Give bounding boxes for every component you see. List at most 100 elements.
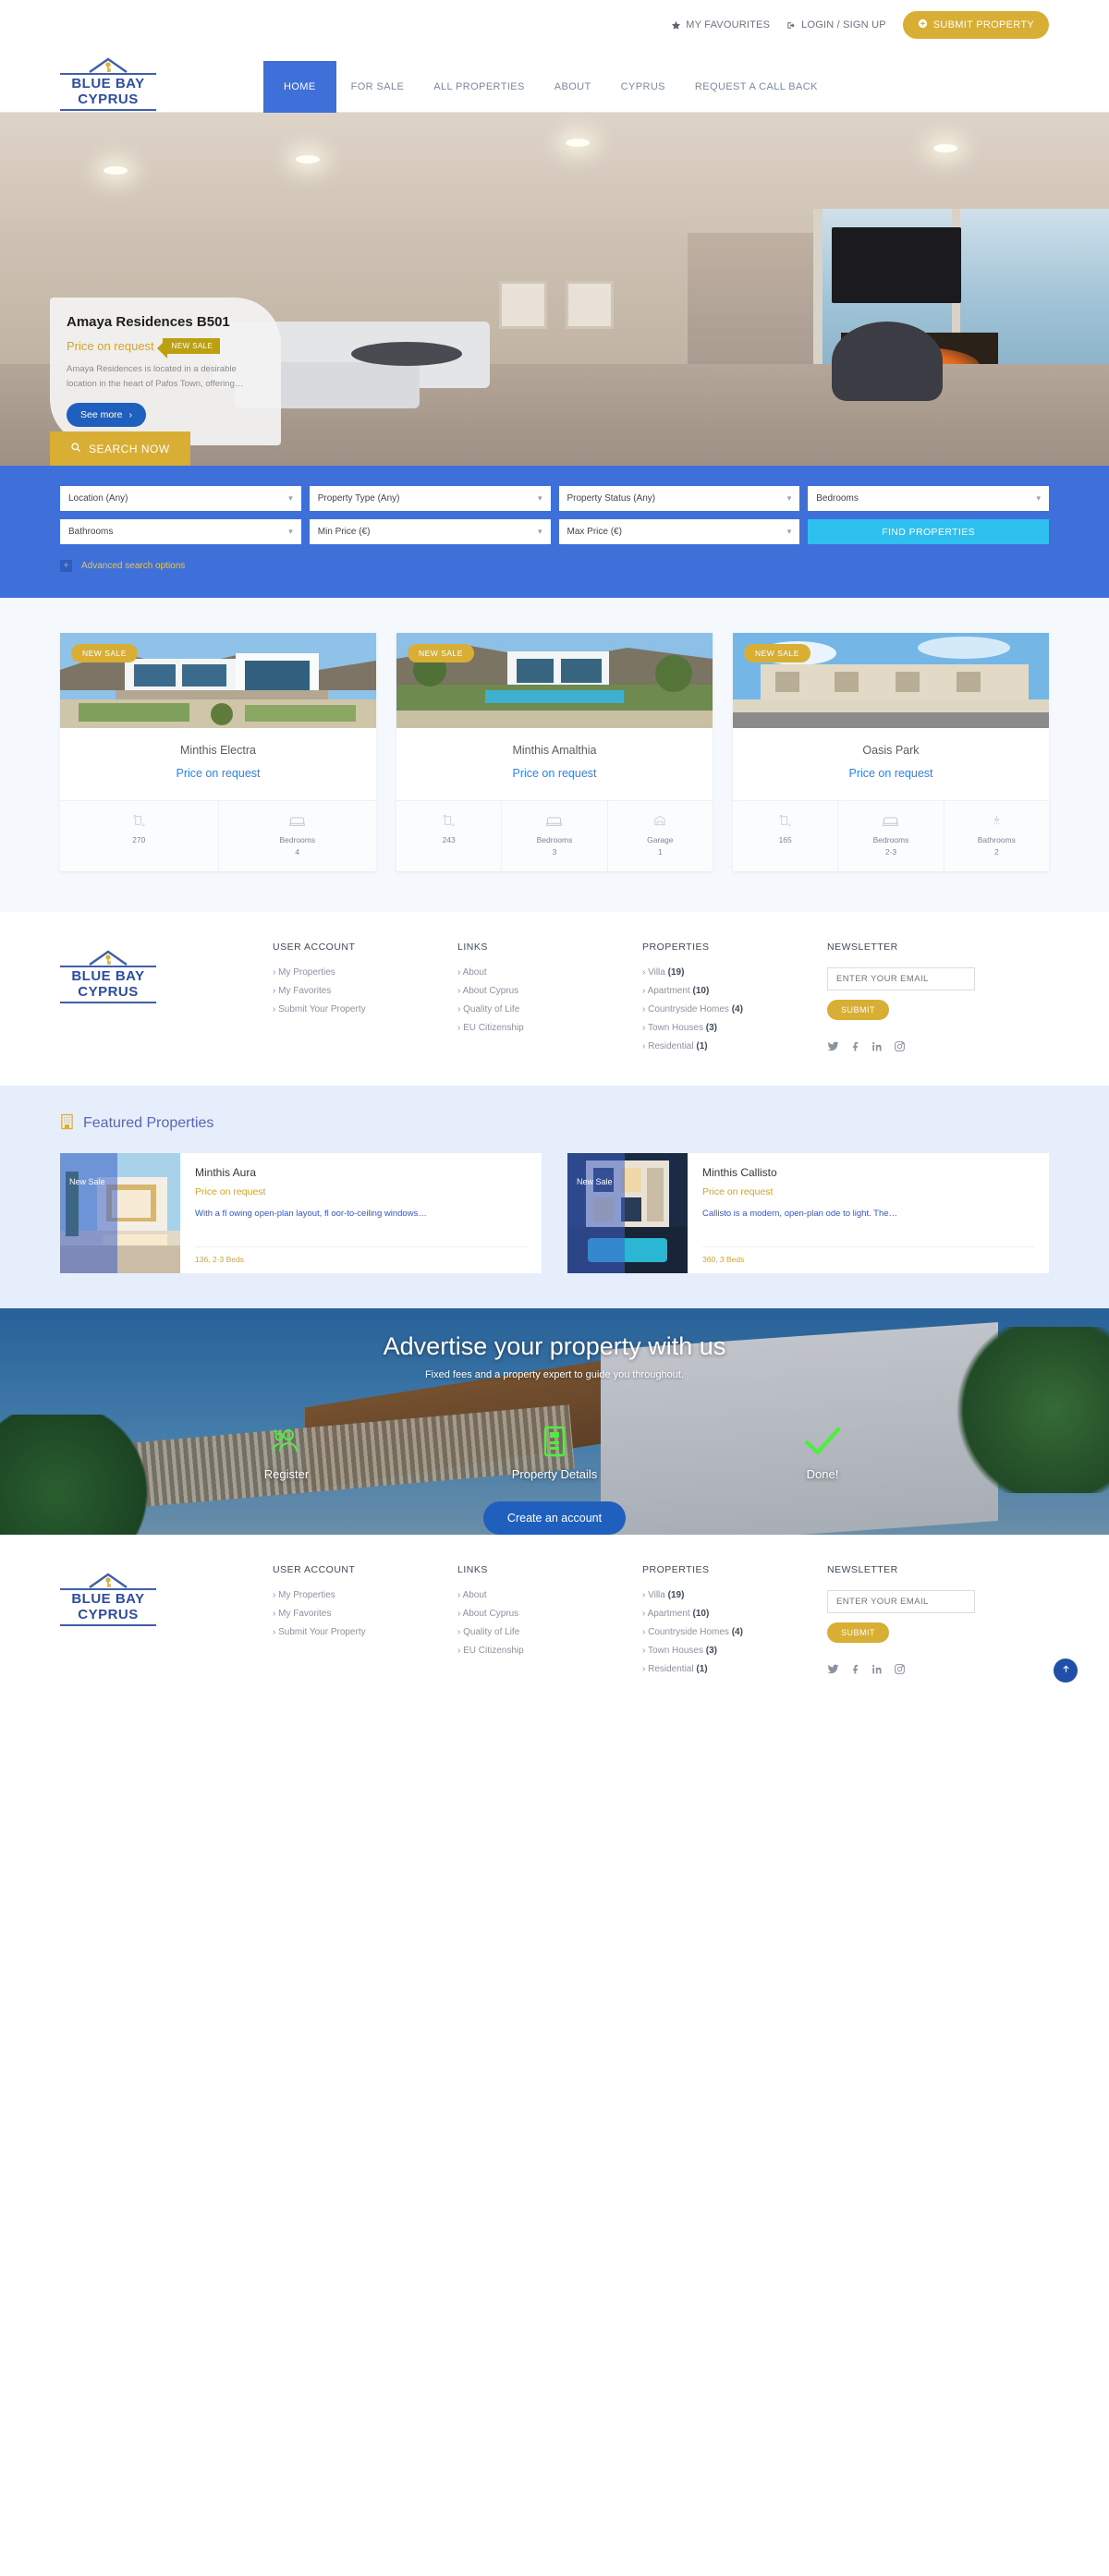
property-card[interactable]: NEW SALE Oasis Park Price on request 165 — [733, 633, 1049, 871]
my-favourites-link[interactable]: MY FAVOURITES — [671, 19, 770, 30]
footer-link-my-favorites[interactable]: › My Favorites — [273, 1609, 457, 1619]
footer-link-eu-citizenship[interactable]: › EU Citizenship — [457, 1023, 642, 1033]
bathrooms-select[interactable]: Bathrooms ▾ — [60, 519, 301, 544]
newsletter-email-input[interactable] — [827, 1589, 975, 1613]
featured-property-card[interactable]: New Sale Minthis Aura Price on request W… — [60, 1152, 542, 1273]
property-stat-area: 270 — [60, 801, 218, 871]
hero-property-title: Amaya Residences B501 — [67, 314, 230, 330]
featured-status-badge: New Sale — [567, 1152, 625, 1273]
property-type-select-value: Property Type (Any) — [317, 493, 400, 504]
chevron-down-icon: ▾ — [1036, 493, 1041, 503]
footer-logo[interactable]: BLUE BAY CYPRUS — [60, 1564, 273, 1683]
login-signup-link[interactable]: LOGIN / SIGN UP — [786, 19, 886, 30]
property-stat-bedrooms-value: 2-3 — [884, 846, 897, 857]
property-stat-bedrooms: Bedrooms 4 — [217, 801, 377, 871]
submit-property-button[interactable]: SUBMIT PROPERTY — [902, 11, 1049, 39]
footer-link-submit-your-property[interactable]: › Submit Your Property — [273, 1627, 457, 1637]
property-stats: 270 Bedrooms 4 — [60, 800, 376, 871]
site-logo[interactable]: BLUE BAY CYPRUS — [60, 56, 226, 111]
instagram-icon[interactable] — [894, 1663, 906, 1675]
featured-property-card[interactable]: New Sale Minthis Callisto Price on reque… — [567, 1152, 1049, 1273]
newsletter-submit-button[interactable]: SUBMIT — [827, 1622, 890, 1643]
facebook-icon[interactable] — [849, 1040, 861, 1052]
nav-item-home[interactable]: HOME — [263, 61, 336, 113]
property-status-select[interactable]: Property Status (Any) ▾ — [558, 486, 800, 511]
property-card[interactable]: NEW SALE Minthis Amalthia Price on reque… — [396, 633, 713, 871]
star-icon — [671, 20, 681, 30]
footer-link-residential[interactable]: › Residential (1) — [642, 1041, 827, 1051]
advanced-search-toggle[interactable]: + Advanced search options — [60, 560, 1049, 572]
search-now-button[interactable]: SEARCH NOW — [50, 431, 190, 466]
footer-link-about[interactable]: › About — [457, 967, 642, 978]
nav-item-about[interactable]: ABOUT — [540, 73, 606, 101]
max-price-select[interactable]: Max Price (€) ▾ — [558, 519, 800, 544]
property-stat-area-value: 165 — [778, 835, 792, 844]
nav-item-request-call-back[interactable]: REQUEST A CALL BACK — [680, 73, 833, 101]
nav-item-all-properties[interactable]: ALL PROPERTIES — [419, 73, 540, 101]
bath-icon — [948, 812, 1045, 829]
newsletter-submit-button[interactable]: SUBMIT — [827, 999, 890, 1020]
property-stat-area: 243 — [396, 801, 501, 871]
see-more-button[interactable]: See more › — [67, 403, 147, 428]
property-stat-area-value: 243 — [442, 835, 456, 844]
max-price-select-value: Max Price (€) — [567, 527, 622, 537]
footer-link-countryside-homes[interactable]: › Countryside Homes (4) — [642, 1004, 827, 1015]
create-account-button[interactable]: Create an account — [482, 1501, 627, 1535]
hero-status-badge: NEW SALE — [156, 338, 221, 358]
footer-link-about-cyprus[interactable]: › About Cyprus — [457, 1609, 642, 1619]
property-price: Price on request — [848, 767, 933, 780]
footer-link-my-favorites[interactable]: › My Favorites — [273, 986, 457, 996]
advanced-search-label: Advanced search options — [81, 561, 186, 571]
cta-step-done: Done! — [739, 1421, 906, 1481]
footer-link-apartment[interactable]: › Apartment (10) — [642, 1609, 827, 1619]
footer-link-countryside-homes[interactable]: › Countryside Homes (4) — [642, 1627, 827, 1637]
footer-link-quality-of-life[interactable]: › Quality of Life — [457, 1004, 642, 1015]
footer-column-title: USER ACCOUNT — [273, 941, 356, 953]
footer-link-town-houses[interactable]: › Town Houses (3) — [642, 1023, 827, 1033]
hero-property-price: Price on request — [67, 339, 154, 353]
twitter-icon[interactable] — [827, 1040, 839, 1052]
property-price: Price on request — [176, 767, 261, 780]
search-now-label: SEARCH NOW — [89, 442, 170, 456]
featured-property-area: 136 — [195, 1254, 209, 1264]
linkedin-icon[interactable] — [871, 1040, 884, 1052]
footer-link-about[interactable]: › About — [457, 1590, 642, 1600]
nav-item-cyprus[interactable]: CYPRUS — [606, 73, 680, 101]
instagram-icon[interactable] — [894, 1040, 906, 1052]
area-icon — [400, 812, 497, 829]
footer-link-quality-of-life[interactable]: › Quality of Life — [457, 1627, 642, 1637]
featured-section-title: Featured Properties — [83, 1115, 214, 1131]
footer-link-my-properties[interactable]: › My Properties — [273, 1590, 457, 1600]
min-price-select[interactable]: Min Price (€) ▾ — [309, 519, 551, 544]
find-properties-button[interactable]: FIND PROPERTIES — [808, 519, 1049, 544]
property-stat-bathrooms: Bathrooms 2 — [943, 801, 1049, 871]
footer-logo[interactable]: BLUE BAY CYPRUS — [60, 942, 273, 1060]
hero-property-card[interactable]: Amaya Residences B501 Price on request N… — [50, 298, 281, 446]
scroll-to-top-button[interactable] — [1054, 1658, 1078, 1683]
footer-link-eu-citizenship[interactable]: › EU Citizenship — [457, 1646, 642, 1656]
footer-link-apartment[interactable]: › Apartment (10) — [642, 986, 827, 996]
newsletter-email-input[interactable] — [827, 966, 975, 990]
nav-item-for-sale[interactable]: FOR SALE — [336, 73, 420, 101]
bedrooms-select[interactable]: Bedrooms ▾ — [808, 486, 1049, 511]
featured-status-badge: New Sale — [60, 1152, 117, 1273]
featured-property-beds: 3 Beds — [719, 1254, 745, 1264]
linkedin-icon[interactable] — [871, 1663, 884, 1675]
property-stat-bathrooms-label: Bathrooms — [977, 835, 1016, 844]
footer-link-residential[interactable]: › Residential (1) — [642, 1664, 827, 1674]
location-select[interactable]: Location (Any) ▾ — [60, 486, 301, 511]
footer-link-submit-your-property[interactable]: › Submit Your Property — [273, 1004, 457, 1015]
property-card[interactable]: NEW SALE Minthis Electra Price on reques… — [60, 633, 376, 871]
property-stat-bathrooms-value: 2 — [993, 846, 999, 857]
footer-link-about-cyprus[interactable]: › About Cyprus — [457, 986, 642, 996]
footer-link-town-houses[interactable]: › Town Houses (3) — [642, 1646, 827, 1656]
footer-link-villa[interactable]: › Villa (19) — [642, 1590, 827, 1600]
twitter-icon[interactable] — [827, 1663, 839, 1675]
footer-link-villa[interactable]: › Villa (19) — [642, 967, 827, 978]
property-stat-bedrooms-label: Bedrooms — [536, 835, 573, 844]
property-status-select-value: Property Status (Any) — [567, 493, 656, 504]
footer-logo-text: BLUE BAY CYPRUS — [71, 1590, 145, 1622]
property-type-select[interactable]: Property Type (Any) ▾ — [309, 486, 551, 511]
facebook-icon[interactable] — [849, 1663, 861, 1675]
footer-link-my-properties[interactable]: › My Properties — [273, 967, 457, 978]
